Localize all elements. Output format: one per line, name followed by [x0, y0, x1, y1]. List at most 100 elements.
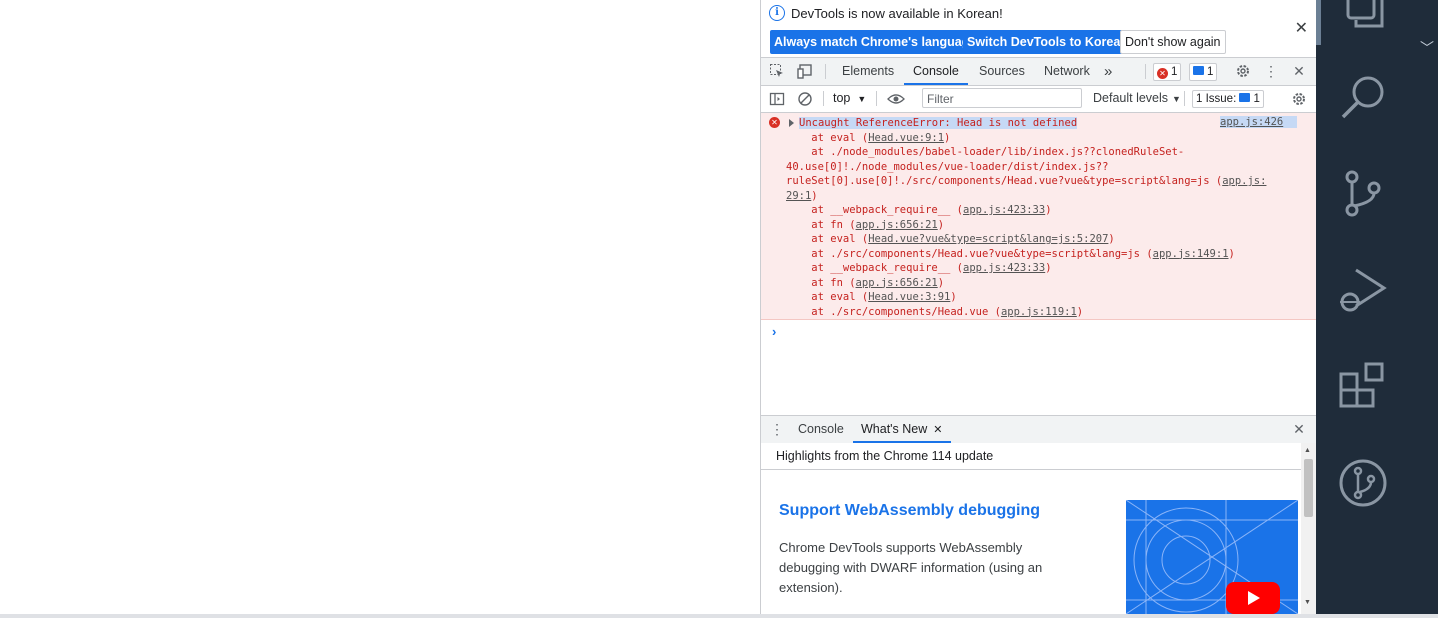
stack-text: at __webpack_require__ (: [786, 204, 964, 216]
console-prompt-icon[interactable]: ›: [772, 324, 776, 339]
stack-frame: at ./node_modules/babel-loader/lib/index…: [786, 145, 1184, 160]
stack-text: ): [1076, 305, 1084, 318]
scroll-down-icon[interactable]: ▼: [1304, 599, 1311, 606]
close-icon[interactable]: ✕: [1295, 18, 1308, 38]
issues-count: 1: [1253, 93, 1260, 105]
error-message[interactable]: ✕ Uncaught ReferenceError: Head is not d…: [761, 113, 1316, 320]
kebab-menu-icon[interactable]: ⋮: [1263, 63, 1279, 79]
message-count-badge[interactable]: 1: [1189, 63, 1218, 81]
stack-text: at fn (: [786, 218, 856, 231]
always-match-language-button[interactable]: Always match Chrome's language: [770, 30, 981, 54]
message-icon: [1193, 66, 1204, 75]
stack-text: at fn (: [786, 276, 856, 289]
infobar-message: DevTools is now available in Korean!: [791, 6, 1003, 21]
source-link[interactable]: Head.vue:9:1: [868, 132, 944, 144]
stack-frame: 29:1): [786, 189, 818, 204]
devtools-panel: i DevTools is now available in Korean! ✕…: [760, 0, 1316, 614]
source-link[interactable]: app.js:423:33: [963, 262, 1045, 274]
stack-frame: at eval (Head.vue?vue&type=script&lang=j…: [786, 232, 1115, 247]
stack-text: at ./node_modules/babel-loader/lib/index…: [786, 146, 1185, 158]
console-output: ✕ Uncaught ReferenceError: Head is not d…: [761, 113, 1316, 415]
drawer-tab-whats-new[interactable]: What's New ✕: [853, 416, 951, 443]
stack-frame: at __webpack_require__ (app.js:423:33): [786, 261, 1052, 276]
source-link[interactable]: Head.vue:3:91: [868, 291, 950, 303]
sidebar-toggle-icon[interactable]: [769, 91, 785, 107]
divider: [823, 91, 824, 106]
stack-text: at ./src/components/Head.vue (: [786, 305, 1001, 318]
drawer-tab-console[interactable]: Console: [798, 416, 844, 443]
close-drawer-icon[interactable]: ✕: [1291, 421, 1307, 437]
issues-label: 1 Issue:: [1196, 93, 1237, 105]
copy-icon[interactable]: [1338, 0, 1388, 32]
eye-icon[interactable]: [887, 91, 905, 107]
stack-frame: at ./src/components/Head.vue?vue&type=sc…: [786, 247, 1235, 262]
source-link[interactable]: Head.vue?vue&type=script&lang=js:5:207: [868, 233, 1108, 245]
chevron-down-icon[interactable]: ﹀: [1420, 38, 1434, 58]
source-link[interactable]: app.js:149:1: [1153, 248, 1229, 260]
language-infobar: i DevTools is now available in Korean! ✕…: [761, 0, 1316, 58]
source-link[interactable]: 29:1: [786, 190, 811, 202]
drawer-menu-icon[interactable]: ⋮: [769, 421, 785, 437]
device-toolbar-icon[interactable]: [797, 63, 813, 79]
context-selector[interactable]: top ▼: [833, 91, 866, 105]
stack-text: ): [937, 218, 945, 231]
log-levels-dropdown[interactable]: Default levels ▼: [1093, 91, 1181, 105]
whats-new-panel: Highlights from the Chrome 114 update Su…: [761, 443, 1316, 614]
source-link[interactable]: app.js:119:1: [1001, 306, 1077, 318]
issues-badge[interactable]: 1 Issue: 1: [1192, 90, 1264, 108]
tab-sources[interactable]: Sources: [979, 58, 1025, 85]
source-control-icon[interactable]: [1338, 168, 1388, 218]
run-debug-icon[interactable]: [1338, 264, 1388, 314]
scroll-up-icon[interactable]: ▲: [1304, 447, 1311, 454]
console-settings-gear-icon[interactable]: [1291, 91, 1307, 107]
stack-text: ): [937, 276, 945, 289]
tab-network[interactable]: Network: [1044, 58, 1090, 85]
devtools-tabbar: Elements Console Sources Network » ✕ 1 1 …: [761, 58, 1316, 86]
scrollbar[interactable]: ▲ ▼: [1301, 443, 1316, 614]
tab-console[interactable]: Console: [904, 58, 968, 85]
git-graph-icon[interactable]: [1338, 457, 1388, 507]
stack-text: ruleSet[0].use[0]!./src/components/Head.…: [786, 175, 1223, 187]
stack-text: ): [811, 189, 818, 202]
message-icon: [1239, 93, 1251, 102]
filter-input[interactable]: Filter: [922, 88, 1082, 108]
source-link[interactable]: app.js:656:21: [856, 277, 938, 289]
message-count: 1: [1207, 66, 1214, 78]
stack-frame: at fn (app.js:656:21): [786, 218, 944, 233]
video-thumbnail[interactable]: [1126, 500, 1298, 614]
tab-elements[interactable]: Elements: [842, 58, 894, 85]
whats-new-title-link[interactable]: Support WebAssembly debugging: [779, 502, 1040, 520]
dont-show-again-button[interactable]: Don't show again: [1120, 30, 1226, 54]
stack-frame: ruleSet[0].use[0]!./src/components/Head.…: [786, 174, 1266, 189]
web-page-viewport: [0, 0, 760, 614]
stack-text: ): [1108, 233, 1115, 245]
switch-to-korean-button[interactable]: Switch DevTools to Korean: [963, 30, 1132, 54]
expand-triangle-icon[interactable]: [789, 119, 794, 127]
error-count-badge[interactable]: ✕ 1: [1153, 63, 1182, 81]
source-link[interactable]: app.js:656:21: [856, 219, 938, 231]
inspect-element-icon[interactable]: [769, 63, 785, 79]
close-tab-icon[interactable]: ✕: [933, 424, 942, 436]
stack-frame: at ./src/components/Head.vue (app.js:119…: [786, 305, 1083, 320]
highlights-text: Highlights from the Chrome 114 update: [776, 449, 994, 463]
scroll-thumb[interactable]: [1304, 459, 1313, 517]
youtube-play-icon[interactable]: [1226, 582, 1280, 614]
search-icon[interactable]: [1338, 72, 1388, 122]
close-devtools-icon[interactable]: ✕: [1291, 63, 1307, 79]
source-link[interactable]: app.js:423:33: [963, 204, 1045, 216]
console-toolbar: top ▼ Filter Default levels ▼ 1 Issue: 1: [761, 86, 1316, 113]
error-source-link[interactable]: app.js:426: [1220, 116, 1298, 128]
vscode-activity-bar: ﹀: [1316, 0, 1438, 614]
gear-icon[interactable]: [1235, 63, 1251, 79]
more-tabs-chevron-icon[interactable]: »: [1104, 58, 1112, 85]
error-count: 1: [1171, 66, 1178, 78]
stack-text: ): [950, 291, 957, 303]
source-link[interactable]: app.js:: [1222, 175, 1266, 187]
error-icon: ✕: [1157, 68, 1168, 79]
extensions-icon[interactable]: [1338, 360, 1388, 410]
clear-console-icon[interactable]: [797, 91, 813, 107]
stack-text: ): [1045, 262, 1052, 274]
stack-text: ): [1045, 204, 1052, 216]
dropdown-arrow-icon: ▼: [1172, 94, 1181, 104]
stack-text: at __webpack_require__ (: [786, 262, 964, 274]
